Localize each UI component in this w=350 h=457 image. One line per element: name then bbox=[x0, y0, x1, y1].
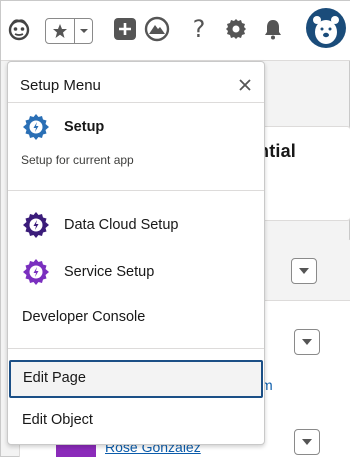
trailhead-icon[interactable] bbox=[143, 15, 171, 43]
data-cloud-setup-label: Data Cloud Setup bbox=[64, 217, 179, 233]
divider bbox=[8, 190, 264, 191]
setup-menu-item[interactable]: Setup Setup for current app bbox=[8, 106, 264, 190]
developer-console-label: Developer Console bbox=[22, 309, 146, 325]
star-icon[interactable] bbox=[46, 19, 75, 43]
edit-object-item[interactable]: Edit Object bbox=[8, 404, 264, 438]
setup-menu-title: Setup Menu bbox=[20, 77, 101, 94]
setup-label: Setup bbox=[64, 119, 105, 135]
data-cloud-setup-item[interactable]: Data Cloud Setup bbox=[8, 207, 264, 243]
edit-page-label: Edit Page bbox=[23, 370, 86, 386]
row-dropdown-button[interactable] bbox=[294, 329, 320, 355]
panel-dropdown-button[interactable] bbox=[291, 258, 317, 284]
einstein-icon[interactable] bbox=[5, 15, 33, 43]
divider bbox=[8, 348, 264, 349]
close-icon[interactable] bbox=[236, 76, 254, 94]
service-setup-label: Service Setup bbox=[64, 264, 155, 280]
setup-menu: Setup Menu Setup Setup for current app D… bbox=[7, 61, 265, 445]
row-dropdown-button[interactable] bbox=[294, 429, 320, 455]
gear-icon[interactable] bbox=[222, 15, 250, 43]
edit-object-label: Edit Object bbox=[22, 412, 93, 428]
edit-page-item[interactable]: Edit Page bbox=[9, 360, 263, 398]
favorites-group bbox=[45, 18, 93, 44]
chevron-down-icon[interactable] bbox=[75, 19, 92, 43]
divider bbox=[8, 102, 264, 103]
bear-avatar-icon[interactable] bbox=[306, 8, 346, 48]
help-icon[interactable]: ? bbox=[185, 15, 213, 43]
global-header: ? bbox=[1, 1, 350, 61]
bell-icon[interactable] bbox=[259, 15, 287, 43]
add-icon[interactable] bbox=[111, 15, 139, 43]
setup-subtitle: Setup for current app bbox=[21, 153, 134, 167]
service-setup-item[interactable]: Service Setup bbox=[8, 254, 264, 290]
setup-gear-icon bbox=[21, 112, 51, 142]
developer-console-item[interactable]: Developer Console bbox=[8, 302, 264, 334]
data-cloud-gear-icon bbox=[21, 210, 51, 240]
service-gear-icon bbox=[21, 257, 51, 287]
